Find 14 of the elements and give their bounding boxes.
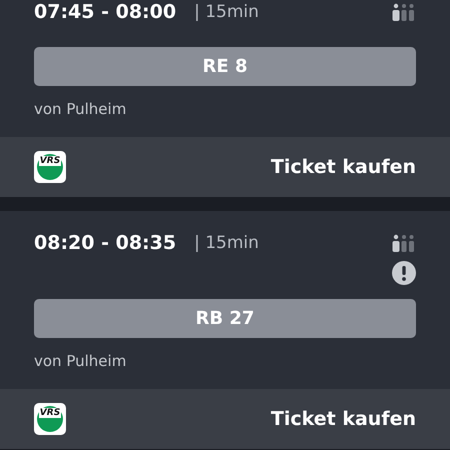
line-label: RE 8 bbox=[34, 47, 416, 86]
vrs-logo: VRS bbox=[34, 151, 66, 183]
time-range: 08:20 - 08:35 bbox=[34, 232, 176, 254]
vrs-logo: VRS bbox=[34, 403, 66, 435]
time-range: 07:45 - 08:00 bbox=[34, 1, 176, 23]
buy-ticket-button[interactable]: Ticket kaufen bbox=[270, 156, 416, 178]
occupancy-icon bbox=[392, 3, 416, 21]
origin-text: von Pulheim bbox=[34, 99, 128, 119]
buy-ticket-button[interactable]: Ticket kaufen bbox=[270, 408, 416, 430]
occupancy-icon bbox=[392, 234, 416, 252]
duration: | 15min bbox=[194, 233, 259, 253]
duration: | 15min bbox=[194, 2, 259, 22]
line-label: RB 27 bbox=[34, 299, 416, 338]
origin-text: von Pulheim bbox=[34, 351, 128, 371]
